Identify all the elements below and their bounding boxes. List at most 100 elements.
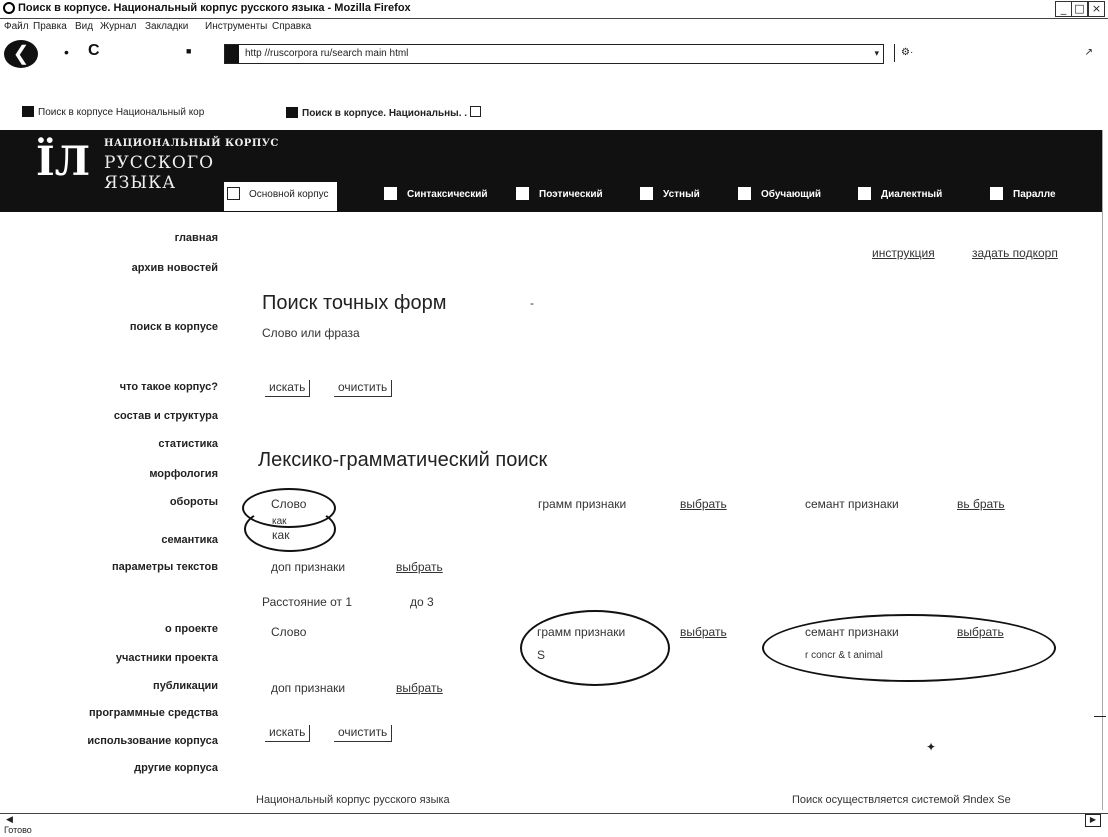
bookmarks-toolbar: Поиск в корпусе Национальный кор Поиск в… [0,100,1108,130]
minimize-button[interactable]: _ [1055,1,1072,17]
scroll-left-icon[interactable]: ◀ [6,814,13,825]
window-title: Поиск в корпусе. Национальный корпус рус… [18,2,411,14]
logo-icon[interactable]: ЇЛ [36,137,96,187]
back-button[interactable]: ❮ [4,40,38,68]
tab-syntactic[interactable]: Синтаксический [384,182,488,211]
nav-about[interactable]: о проекте [165,623,218,635]
lexgram-clear-button[interactable]: очистить [334,725,393,742]
search-go-icon[interactable]: ↗ [1085,47,1093,58]
lexgram-heading: Лексико-грамматический поиск [258,449,548,471]
url-bar[interactable]: http //ruscorpora ru/search main html ▾ [224,44,884,64]
logo-line2: РУССКОГО [104,153,215,173]
dropdown-arrow-icon[interactable]: • [64,44,69,60]
mouse-cursor-icon: ✦ [926,740,937,754]
exact-clear-button[interactable]: очистить [334,380,393,397]
tab-parallel[interactable]: Паралле [990,182,1056,211]
logo-line1: НАЦИОНАЛЬНЫЙ КОРПУС [104,138,279,149]
window-titlebar: Поиск в корпусе. Национальный корпус рус… [0,0,1108,19]
gram2-label: грамм признаки [537,625,626,639]
gram2-input[interactable]: S [537,648,545,662]
extra1-label: доп признаки [271,560,346,574]
exact-search-heading: Поиск точных форм [262,292,447,314]
close-button[interactable]: × [1088,1,1105,17]
logo-line3: ЯЗЫКА [104,173,177,193]
word1-label: Слово [271,497,307,511]
sem1-label: семант признаки [805,497,899,511]
lexgram-search-button[interactable]: искать [265,725,311,742]
gram1-choose-link[interactable]: выбрать [680,497,727,511]
extra2-label: доп признаки [271,681,346,695]
home-icon[interactable]: ■ [186,46,191,56]
tab-spoken[interactable]: Устный [640,182,700,211]
nav-phrases[interactable]: обороты [170,496,218,508]
menu-help[interactable]: Справка [272,21,311,32]
maximize-button[interactable]: □ [1071,1,1088,17]
word2-label: Слово [271,625,307,639]
phrase-label: Слово или фраза [262,326,360,340]
menu-edit[interactable]: Правка [33,21,67,32]
close-tab-icon[interactable] [469,106,481,117]
reload-button[interactable]: C [88,42,100,60]
menu-file[interactable]: Файл [4,21,29,32]
tab-square-icon [640,187,653,200]
nav-statistics[interactable]: статистика [158,438,218,450]
menu-tools[interactable]: Инструменты [205,21,267,32]
sem2-label: семант признаки [805,625,899,639]
instruction-link[interactable]: инструкция [872,246,935,260]
search-engine-icon[interactable]: ⚙· [901,47,913,58]
tab-poetic[interactable]: Поэтический [516,182,603,211]
favicon-icon [286,107,298,118]
vertical-scrollbar[interactable] [1102,130,1108,810]
tab-square-icon [990,187,1003,200]
footer-right-text: Поиск осуществляется системой Яndex Se [792,794,1011,806]
nav-what-is-corpus[interactable]: что такое корпус? [120,381,218,393]
nav-corpus-usage[interactable]: использование корпуса [87,735,218,747]
sem1-choose-link[interactable]: вь брать [957,497,1005,511]
sem2-input[interactable]: r concr & t animal [805,650,883,661]
nav-semantics[interactable]: семантика [161,534,218,546]
distance-to-label: до 3 [410,595,434,609]
tab-educational[interactable]: Обучающий [738,182,821,211]
nav-text-parameters[interactable]: параметры текстов [112,561,218,573]
url-text: http //ruscorpora ru/search main html [245,48,409,59]
bookmark-item-active[interactable]: Поиск в корпусе. Национальны. . [286,106,481,119]
nav-morphology[interactable]: морфология [149,468,218,480]
menu-history[interactable]: Журнал [100,21,137,32]
tab-main-corpus[interactable]: Основной корпус [224,182,337,211]
word1-value-ghost: как [272,516,287,524]
word1-input[interactable]: как [272,528,289,542]
tab-square-icon [227,187,240,200]
site-header: ЇЛ НАЦИОНАЛЬНЫЙ КОРПУС РУССКОГО ЯЗЫКА Ос… [0,130,1102,212]
menu-view[interactable]: Вид [75,21,93,32]
menu-bookmarks[interactable]: Закладки [145,21,188,32]
nav-publications[interactable]: публикации [153,680,218,692]
search-box[interactable]: ⚙· ↗ [894,44,1095,62]
scroll-marker [1094,716,1106,717]
favicon-icon [22,106,34,117]
status-bar: Готово [0,825,1108,837]
nav-news-archive[interactable]: архив новостей [132,262,218,274]
tab-square-icon [516,187,529,200]
gram2-choose-link[interactable]: выбрать [680,625,727,639]
footer-left-text: Национальный корпус русского языка [256,794,450,806]
nav-corpus-search[interactable]: поиск в корпусе [130,321,218,333]
bookmark-item[interactable]: Поиск в корпусе Национальный кор [22,106,204,118]
tab-square-icon [384,187,397,200]
sem2-choose-link[interactable]: выбрать [957,625,1004,639]
subcorpus-link[interactable]: задать подкорп [972,246,1102,260]
navigation-bar: ❮ • C ■ http //ruscorpora ru/search main… [0,36,1108,74]
annotation-circle [244,506,336,552]
url-dropdown-icon[interactable]: ▾ [874,48,879,59]
nav-other-corpora[interactable]: другие корпуса [134,762,218,774]
tab-dialectal[interactable]: Диалектный [858,182,942,211]
extra1-choose-link[interactable]: выбрать [396,560,443,574]
site-favicon [225,45,239,63]
extra2-choose-link[interactable]: выбрать [396,681,443,695]
tab-square-icon [858,187,871,200]
nav-composition[interactable]: состав и структура [114,410,218,422]
nav-participants[interactable]: участники проекта [116,652,218,664]
exact-search-button[interactable]: искать [265,380,311,397]
nav-software[interactable]: программные средства [89,707,218,719]
nav-home[interactable]: главная [175,232,218,244]
status-text: Готово [4,825,32,835]
